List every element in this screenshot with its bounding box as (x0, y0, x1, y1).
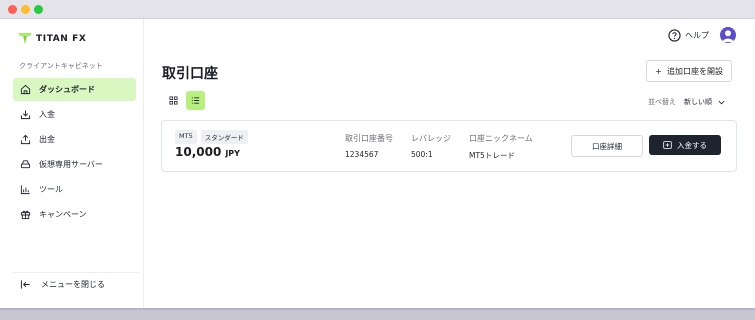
nickname-field: 口座ニックネーム MT5トレード (469, 133, 533, 161)
help-link[interactable]: ヘルプ (668, 29, 709, 42)
list-view-button[interactable] (186, 91, 205, 110)
sidebar-item-withdraw[interactable]: 出金 (13, 128, 136, 151)
titanfx-logo-icon (18, 33, 32, 45)
field-value: 1234567 (345, 150, 379, 159)
brand-logo[interactable]: TITAN FX (18, 33, 86, 45)
app-window: TITAN FX クライアントキャビネット ダッシュボード 入金 出金 仮想専用… (0, 0, 755, 310)
account-number-field: 取引口座番号 1234567 (345, 133, 393, 159)
sidebar-item-deposit[interactable]: 入金 (13, 103, 136, 126)
field-value: 500:1 (411, 150, 433, 159)
sidebar-item-label: 仮想専用サーバー (39, 160, 103, 169)
account-badges: MT5 スタンダード (175, 130, 248, 144)
collapse-left-icon (20, 279, 30, 289)
field-label: 取引口座番号 (345, 134, 393, 143)
account-type-badge: スタンダード (200, 130, 248, 144)
deposit-icon (20, 110, 31, 120)
sidebar-item-campaign[interactable]: キャンペーン (13, 203, 136, 226)
plus-icon: + (655, 66, 662, 76)
deposit-icon (663, 141, 672, 149)
leverage-field: レバレッジ 500:1 (411, 133, 451, 159)
balance-currency: JPY (225, 149, 240, 158)
sidebar-item-vps[interactable]: 仮想専用サーバー (13, 153, 136, 176)
help-label: ヘルプ (685, 31, 709, 40)
field-label: 口座ニックネーム (469, 134, 533, 143)
sort-value: 新しい順 (684, 98, 712, 106)
user-avatar[interactable] (720, 27, 736, 43)
add-account-button[interactable]: + 追加口座を開設 (646, 60, 732, 82)
view-toggle (164, 91, 205, 110)
chevron-down-icon (718, 100, 725, 104)
list-icon (191, 97, 200, 104)
close-window-button[interactable] (8, 4, 17, 14)
user-icon (722, 30, 734, 42)
account-balance: 10,000 JPY (175, 145, 240, 159)
close-menu-button[interactable]: メニューを閉じる (13, 272, 139, 295)
zoom-window-button[interactable] (34, 4, 43, 14)
sidebar-item-label: ダッシュボード (39, 85, 95, 94)
brand-name: TITAN FX (36, 34, 87, 44)
minimize-window-button[interactable] (21, 4, 30, 14)
chart-icon (20, 185, 30, 195)
sidebar-item-dashboard[interactable]: ダッシュボード (13, 78, 136, 101)
account-details-button[interactable]: 口座詳細 (571, 135, 643, 157)
field-value: MT5トレード (469, 151, 515, 160)
sort-label: 並べ替え (648, 98, 676, 106)
sidebar-section-label: クライアントキャビネット (19, 62, 103, 70)
sidebar-nav: ダッシュボード 入金 出金 仮想専用サーバー ツール キャンペーン (13, 78, 136, 228)
field-label: レバレッジ (411, 134, 451, 143)
sidebar-item-label: キャンペーン (39, 210, 87, 219)
deposit-button[interactable]: 入金する (649, 135, 721, 155)
platform-badge: MT5 (175, 130, 197, 144)
balance-value: 10,000 (175, 145, 222, 159)
sort-control: 並べ替え 新しい順 (648, 97, 725, 107)
grid-view-button[interactable] (164, 91, 183, 110)
sidebar-item-label: 入金 (39, 110, 55, 119)
sidebar-item-tools[interactable]: ツール (13, 178, 136, 201)
withdraw-icon (20, 134, 31, 145)
server-icon (20, 160, 31, 169)
sort-dropdown[interactable]: 新しい順 (684, 97, 725, 107)
account-card: MT5 スタンダード 10,000 JPY 取引口座番号 1234567 レバレッ… (161, 120, 737, 172)
close-menu-label: メニューを閉じる (41, 279, 105, 289)
deposit-label: 入金する (677, 140, 707, 150)
page-title: 取引口座 (162, 66, 218, 82)
add-account-label: 追加口座を開設 (667, 66, 723, 76)
title-bar (0, 0, 755, 19)
home-icon (20, 84, 31, 95)
gift-icon (20, 210, 31, 220)
sidebar-item-label: ツール (39, 185, 63, 194)
sidebar-item-label: 出金 (39, 135, 55, 144)
grid-icon (169, 96, 178, 105)
help-icon (668, 29, 681, 42)
main-content: ヘルプ 取引口座 + 追加口座を開設 並べ替え 新しい順 MT5 スタンダード … (144, 19, 755, 308)
sidebar: TITAN FX クライアントキャビネット ダッシュボード 入金 出金 仮想専用… (0, 19, 144, 308)
